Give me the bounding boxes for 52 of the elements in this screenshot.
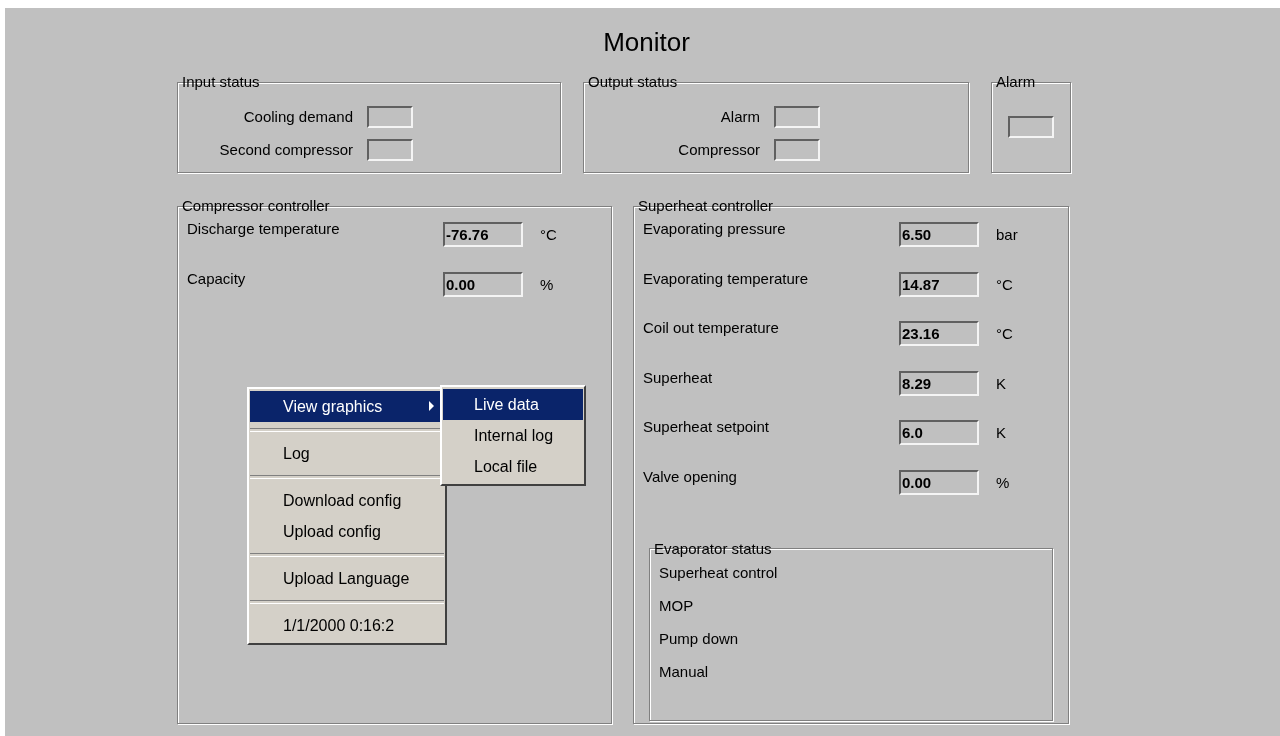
group-title: Superheat controller — [638, 197, 774, 214]
menu-item[interactable]: Upload Language — [250, 563, 444, 594]
group-title: Compressor controller — [182, 197, 330, 214]
group-title: Evaporator status — [654, 539, 772, 557]
value-field: 6.50 — [899, 222, 979, 247]
status-label: MOP — [659, 595, 695, 616]
value-field: 6.0 — [899, 420, 979, 446]
menu-item[interactable]: Live data — [443, 389, 583, 420]
page-title: Monitor — [602, 26, 691, 59]
unit-label: °C — [996, 275, 1013, 293]
indicator-light — [367, 105, 413, 128]
indicator-label: Compressor — [678, 141, 760, 158]
unit-label: °C — [540, 226, 557, 243]
indicator-light — [774, 105, 820, 128]
value-label: Evaporating temperature — [643, 269, 810, 287]
value-label: Valve opening — [643, 467, 738, 485]
value-field: 14.87 — [899, 271, 979, 297]
indicator-light — [774, 138, 820, 161]
group-title: Alarm — [996, 73, 1036, 90]
unit-label: °C — [996, 325, 1013, 343]
menu-item[interactable]: Download config — [250, 485, 444, 516]
menu-item[interactable]: Upload config — [250, 516, 444, 547]
indicator-label: Cooling demand — [243, 108, 353, 125]
status-label: Pump down — [659, 628, 740, 649]
value-field: -76.76 — [443, 222, 523, 247]
value-field: 23.16 — [899, 321, 979, 347]
value-field: 8.29 — [899, 370, 979, 396]
status-label: Manual — [659, 661, 710, 682]
unit-label: K — [996, 424, 1006, 442]
unit-label: K — [996, 374, 1006, 392]
group-title: Input status — [182, 73, 260, 90]
menu-item[interactable]: Local file — [443, 451, 583, 482]
menu-item[interactable]: 1/1/2000 0:16:2 — [250, 610, 444, 641]
value-field: 0.00 — [899, 469, 979, 495]
indicator-light — [367, 138, 413, 161]
value-field: 0.00 — [443, 271, 523, 297]
indicator-label: Alarm — [720, 108, 760, 125]
value-label: Capacity — [187, 269, 247, 287]
value-label: Superheat setpoint — [643, 418, 770, 436]
unit-label: % — [540, 275, 554, 293]
alarm-light — [1008, 116, 1054, 138]
value-label: Superheat — [643, 368, 714, 386]
value-label: Evaporating pressure — [643, 220, 787, 237]
value-label: Discharge temperature — [187, 220, 341, 237]
value-label: Coil out temperature — [643, 319, 780, 337]
indicator-label: Second compressor — [219, 141, 353, 158]
unit-label: bar — [996, 226, 1018, 243]
unit-label: % — [996, 473, 1010, 491]
menu-item[interactable]: Log — [250, 438, 444, 469]
status-label: Superheat control — [659, 562, 779, 583]
group-title: Output status — [588, 73, 678, 90]
menu-item[interactable]: Internal log — [443, 420, 583, 451]
